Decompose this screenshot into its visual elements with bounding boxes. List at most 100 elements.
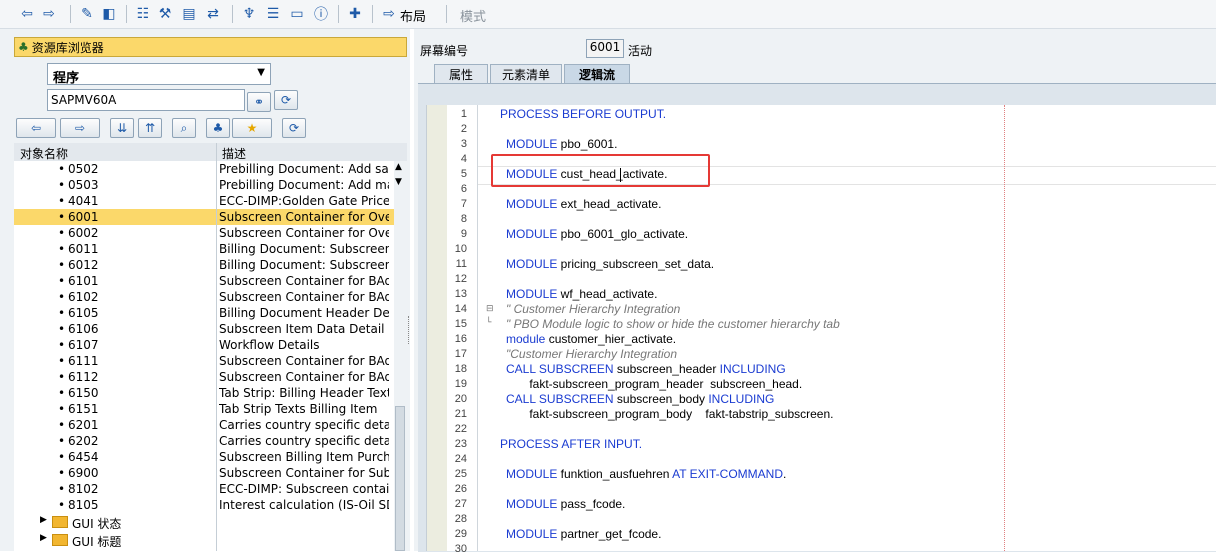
tree-item[interactable]: • 6112 Subscreen Container for BAdI L: [14, 369, 394, 385]
tree-item[interactable]: • 4041 ECC-DIMP:Golden Gate Price Pr: [14, 193, 394, 209]
scroll-up-icon[interactable]: ▲: [395, 162, 402, 172]
tree-item[interactable]: • 8105 Interest calculation (IS-Oil SDP: [14, 497, 394, 513]
code-line[interactable]: MODULE partner_get_fcode.: [506, 527, 661, 541]
code-line[interactable]: "Customer Hierarchy Integration: [506, 347, 677, 361]
code-line[interactable]: fakt-subscreen_program_body fakt-tabstri…: [506, 407, 833, 421]
expand-triangle-icon[interactable]: ▶: [40, 515, 47, 525]
tree-item-number: 6151: [68, 402, 99, 416]
collapse-icon: ⇈: [144, 121, 156, 135]
column-object-name[interactable]: 对象名称: [20, 145, 68, 162]
forward-arrow-icon[interactable]: ⇨: [40, 4, 58, 24]
scroll-down-icon[interactable]: ▼: [395, 177, 402, 187]
code-line[interactable]: MODULE pbo_6001.: [506, 137, 617, 151]
repository-browser-header: ♣ 资源库浏览器: [14, 37, 407, 57]
code-line[interactable]: MODULE pricing_subscreen_set_data.: [506, 257, 714, 271]
find-button[interactable]: ⌕: [172, 118, 196, 138]
tree-item[interactable]: •6105 Billing Document Header Detail: [14, 305, 394, 321]
edit-icon[interactable]: ✎: [78, 4, 96, 24]
tree-item-number: 6002: [68, 226, 99, 240]
tree-item[interactable]: • 6102 Subscreen Container for BAdI L: [14, 289, 394, 305]
hierarchy-icon[interactable]: ☷: [134, 4, 152, 24]
code-line[interactable]: module customer_hier_activate.: [506, 332, 676, 346]
code-line[interactable]: CALL SUBSCREEN subscreen_body INCLUDING: [506, 392, 774, 406]
tree-item[interactable]: •6201 Carries country specific detail sc: [14, 417, 394, 433]
code-line[interactable]: MODULE funktion_ausfuehren AT EXIT-COMMA…: [506, 467, 786, 481]
column-description[interactable]: 描述: [222, 145, 246, 162]
code-line[interactable]: MODULE wf_head_activate.: [506, 287, 657, 301]
screen-number-field[interactable]: 6001: [586, 39, 624, 58]
tree-item[interactable]: • 6001 Subscreen Container for Overvi: [14, 209, 394, 225]
tree-item-number: 6454: [68, 450, 99, 464]
refresh-icon: ⟳: [280, 93, 292, 107]
expand-triangle-icon[interactable]: ▶: [40, 533, 47, 543]
display-button[interactable]: ⚭: [247, 92, 271, 112]
tab-flow-logic-label: 逻辑流: [578, 68, 615, 82]
code-line[interactable]: MODULE pass_fcode.: [506, 497, 625, 511]
favorites-button[interactable]: ★: [232, 118, 272, 138]
layout-arrow-icon[interactable]: ⇨: [380, 4, 398, 24]
tree-item[interactable]: •6454 Subscreen Billing Item Purchasir: [14, 449, 394, 465]
bullet-icon: •: [58, 162, 66, 176]
tree-folder[interactable]: ▶ GUI 状态: [14, 514, 394, 531]
transfer-icon[interactable]: ⇄: [204, 4, 222, 24]
code-line[interactable]: PROCESS AFTER INPUT.: [500, 437, 642, 451]
object-type-dropdown[interactable]: 程序 ▼: [47, 63, 271, 86]
code-line[interactable]: PROCESS BEFORE OUTPUT.: [500, 107, 666, 121]
line-number: 3: [460, 138, 467, 150]
tab-element-list[interactable]: 元素清单: [490, 64, 562, 84]
tree-item[interactable]: •8102 ECC-DIMP: Subscreen container: [14, 481, 394, 497]
tree-item[interactable]: • 6106 Subscreen Item Data Detail: [14, 321, 394, 337]
editor-gutter: [427, 105, 447, 551]
code-line[interactable]: fakt-subscreen_program_header subscreen_…: [506, 377, 802, 391]
scroll-thumb[interactable]: [395, 406, 405, 551]
info-icon[interactable]: ⓘ: [312, 4, 330, 24]
screen-icon[interactable]: ▭: [288, 4, 306, 24]
add-icon[interactable]: ✚: [346, 4, 364, 24]
tree-item[interactable]: • 6111 Subscreen Container for BAdI L: [14, 353, 394, 369]
mode-button[interactable]: 模式: [460, 6, 486, 25]
tab-flow-logic[interactable]: 逻辑流: [564, 64, 630, 84]
nav-forward-button[interactable]: ⇨: [60, 118, 100, 138]
layout-button[interactable]: 布局: [400, 6, 426, 25]
collapse-button[interactable]: ⇈: [138, 118, 162, 138]
tree-item-number: 6112: [68, 370, 99, 384]
object-name-input[interactable]: SAPMV60A: [47, 89, 245, 111]
tree-item[interactable]: •0503 Prebilling Document: Add manu: [14, 177, 394, 193]
tree-item[interactable]: • 0502 Prebilling Document: Add sales: [14, 161, 394, 177]
hierarchy-icon: ♣: [212, 121, 224, 135]
refresh-button[interactable]: ⟳: [274, 90, 298, 110]
tree-item[interactable]: •6011 Billing Document: Subscreen, G: [14, 241, 394, 257]
fold-toggle-icon[interactable]: ⊟: [486, 304, 494, 314]
change-icon[interactable]: ◧: [100, 4, 118, 24]
code-line[interactable]: " Customer Hierarchy Integration: [506, 302, 680, 316]
expand-button[interactable]: ⇊: [110, 118, 134, 138]
line-number: 30: [454, 543, 467, 555]
tree-scrollbar[interactable]: ▲ ▼: [394, 161, 407, 551]
tree-item[interactable]: •6012 Billing Document: Subscreen, G: [14, 257, 394, 273]
hierarchy-button[interactable]: ♣: [206, 118, 230, 138]
tree-folder[interactable]: ▶ GUI 标题: [14, 532, 394, 549]
align-icon[interactable]: ☰: [264, 4, 282, 24]
back-arrow-icon[interactable]: ⇦: [18, 4, 36, 24]
tab-attributes[interactable]: 属性: [434, 64, 488, 84]
magic-wand-icon[interactable]: ⚒: [156, 4, 174, 24]
tree-icon[interactable]: ♆: [240, 4, 258, 24]
bullet-icon: •: [58, 194, 66, 208]
nav-back-button[interactable]: ⇦: [16, 118, 56, 138]
sync-button[interactable]: ⟳: [282, 118, 306, 138]
tree-item[interactable]: • 6151 Tab Strip Texts Billing Item: [14, 401, 394, 417]
code-line[interactable]: MODULE ext_head_activate.: [506, 197, 661, 211]
column-divider: [216, 143, 217, 551]
code-line[interactable]: " PBO Module logic to show or hide the c…: [506, 317, 840, 331]
tree-item[interactable]: • 6002 Subscreen Container for Overvi: [14, 225, 394, 241]
tree-item[interactable]: •6900 Subscreen Container for Subscr: [14, 465, 394, 481]
code-line[interactable]: MODULE pbo_6001_glo_activate.: [506, 227, 688, 241]
tree-item[interactable]: •6202 Carries country specific detail sc: [14, 433, 394, 449]
tree-item[interactable]: • 6101 Subscreen Container for BAdI L: [14, 273, 394, 289]
bullet-icon: •: [58, 450, 66, 464]
code-line[interactable]: CALL SUBSCREEN subscreen_header INCLUDIN…: [506, 362, 786, 376]
tree-item[interactable]: • 6150 Tab Strip: Billing Header Texts: [14, 385, 394, 401]
select-icon[interactable]: ▤: [180, 4, 198, 24]
tree-item[interactable]: • 6107 Workflow Details: [14, 337, 394, 353]
object-type-value: 程序: [53, 71, 80, 86]
